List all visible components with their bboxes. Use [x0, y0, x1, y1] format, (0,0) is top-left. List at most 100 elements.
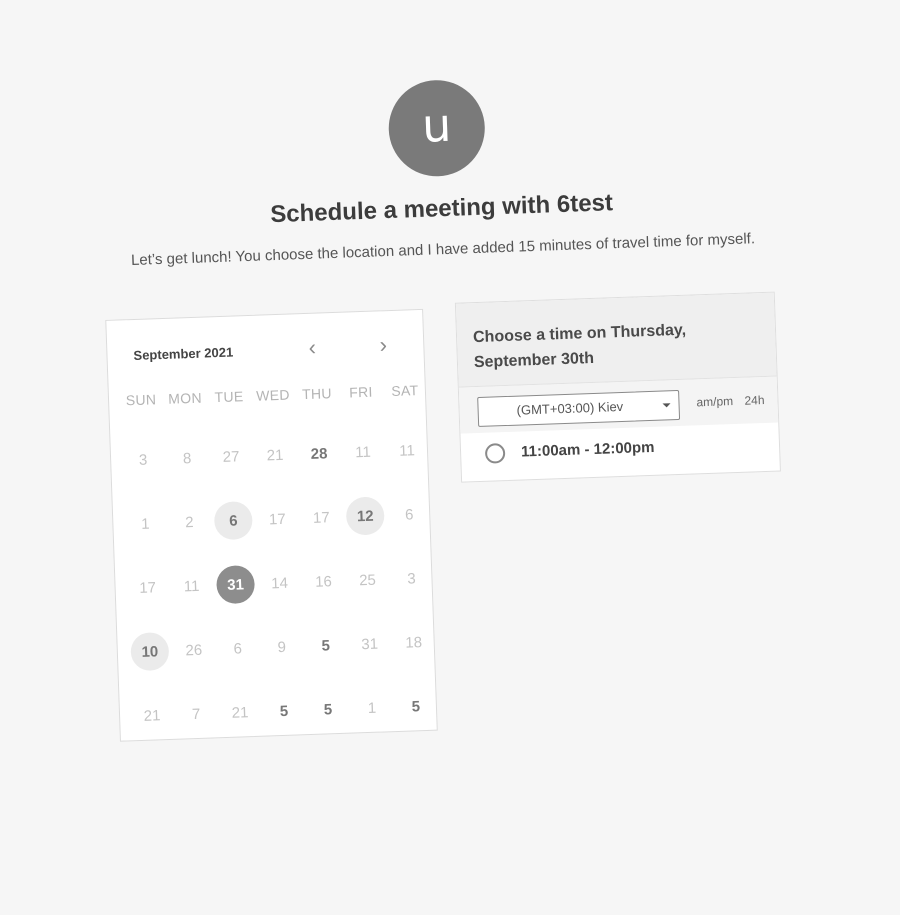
page-title: Schedule a meeting with 6test: [269, 189, 614, 229]
prev-month-button[interactable]: ‹: [300, 333, 325, 362]
calendar-day-number: 7: [191, 705, 201, 723]
weekday-label: SUN: [125, 391, 157, 409]
calendar-day[interactable]: 9: [259, 626, 304, 668]
calendar-day[interactable]: 3: [389, 558, 434, 600]
calendar-day[interactable]: 21: [252, 434, 297, 476]
calendar-day-number: 21: [266, 446, 284, 464]
time-slot[interactable]: 11:00am - 12:00pm: [460, 423, 779, 482]
calendar-day-number: 2: [184, 513, 194, 531]
calendar-day-number: 16: [314, 572, 333, 591]
radio-button[interactable]: [484, 443, 506, 464]
calendar-day[interactable]: 17: [299, 497, 344, 539]
calendar-day[interactable]: 26: [171, 629, 216, 671]
calendar-day-number: 21: [143, 706, 161, 725]
calendar-day[interactable]: 11: [169, 565, 214, 607]
calendar-day-number: 31: [361, 635, 379, 653]
calendar-day-number: 6: [213, 500, 253, 541]
calendar-day-number: 5: [411, 697, 421, 715]
calendar-day-number: 11: [398, 441, 416, 460]
calendar-day[interactable]: 17: [125, 567, 170, 609]
calendar-day-number: 25: [358, 571, 377, 589]
meeting-description: Let’s get lunch! You choose the location…: [130, 230, 756, 270]
calendar-week-row: 17 11 31 14 16 25 3: [125, 546, 437, 621]
calendar-day[interactable]: 14: [257, 562, 302, 604]
calendar-day-number: 5: [323, 700, 333, 719]
calendar-day-number: 5: [321, 636, 331, 655]
weekday-label: MON: [167, 389, 203, 407]
calendar-day-number: 17: [268, 510, 286, 528]
calendar-day[interactable]: 11: [340, 431, 385, 473]
weekday-label: FRI: [348, 383, 373, 401]
calendar-day[interactable]: 5: [261, 690, 306, 732]
24h-format-toggle[interactable]: 24h: [744, 393, 765, 408]
calendar-day[interactable]: 8: [164, 437, 209, 479]
calendar-day[interactable]: 27: [208, 436, 253, 478]
timezone-select[interactable]: (GMT+03:00) Kiev: [477, 389, 681, 428]
calendar-day-number: 6: [233, 639, 243, 658]
calendar-day[interactable]: 12: [343, 495, 388, 537]
calendar-day[interactable]: 21: [129, 695, 174, 737]
calendar-day-number: 1: [140, 515, 150, 533]
calendar-day[interactable]: 6: [215, 628, 260, 670]
calendar-day-number: 31: [215, 564, 256, 605]
calendar-day[interactable]: 21: [217, 692, 262, 734]
calendar-day[interactable]: 5: [305, 689, 350, 731]
weekday-label: SAT: [391, 382, 419, 400]
time-slot-label: 11:00am - 12:00pm: [520, 438, 655, 461]
caret-down-icon: [662, 403, 671, 408]
ampm-format-toggle[interactable]: am/pm: [696, 394, 733, 409]
calendar-week-row: 10 26 6 9 5 31 18: [127, 610, 439, 685]
weekday-label: THU: [301, 385, 333, 403]
time-panel: Choose a time on Thursday, September 30t…: [454, 291, 781, 483]
calendar-day[interactable]: 7: [173, 693, 218, 735]
time-panel-heading: Choose a time on Thursday, September 30t…: [455, 292, 777, 388]
calendar-day[interactable]: 17: [255, 498, 300, 540]
calendar-day-number: 9: [277, 638, 287, 656]
timezone-value: (GMT+03:00) Kiev: [516, 398, 624, 418]
calendar-day[interactable]: 6: [211, 500, 256, 542]
calendar-card: September 2021 ‹ › SUN MON TUE WED THU F…: [105, 308, 438, 742]
calendar-day[interactable]: 6: [387, 494, 432, 536]
calendar-week-row: 1 2 6 17 17 12 6: [122, 482, 434, 557]
calendar-day[interactable]: 1: [349, 687, 394, 729]
chevron-right-icon: ›: [379, 332, 388, 358]
calendar-week-row: 3 8 27 21 28 11 11: [120, 418, 432, 493]
weekday-label: TUE: [214, 388, 244, 406]
calendar-week-row: 21 7 21 5 5 1 5: [129, 674, 441, 749]
weekday-label: WED: [255, 386, 291, 404]
calendar-day[interactable]: 25: [345, 559, 390, 601]
calendar-day-number: 3: [138, 451, 148, 469]
calendar-day-number: 5: [279, 702, 289, 720]
scheduler-page: u Schedule a meeting with 6test Let’s ge…: [0, 0, 900, 915]
calendar-day[interactable]: 28: [296, 433, 341, 475]
calendar-day[interactable]: 16: [301, 561, 346, 603]
calendar-day-number: 3: [406, 569, 416, 588]
calendar-day[interactable]: 31: [213, 564, 258, 606]
weekday-header: SUN MON TUE WED THU FRI SAT: [119, 382, 429, 409]
calendar-day[interactable]: 5: [303, 625, 348, 667]
calendar-day-number: 11: [354, 443, 372, 461]
chevron-left-icon: ‹: [308, 334, 317, 360]
calendar-day-number: 17: [138, 578, 157, 597]
calendar-day[interactable]: 3: [120, 439, 165, 481]
calendar-day[interactable]: 31: [347, 623, 392, 665]
calendar-day-number: 21: [231, 703, 249, 722]
calendar-day-number: 6: [404, 505, 414, 524]
calendar-grid: 3 8 27 21 28 11 11 1 2 6 17 17 12 6 17 11 31 14 16 25 3 10 26 6…: [120, 418, 441, 749]
next-month-button[interactable]: ›: [371, 331, 396, 360]
calendar-day-number: 18: [405, 633, 423, 652]
calendar-day[interactable]: 2: [167, 501, 212, 543]
calendar-day-number: 17: [312, 508, 330, 527]
calendar-day[interactable]: 18: [391, 622, 436, 664]
calendar-day-number: 12: [345, 496, 385, 536]
calendar-day[interactable]: 5: [393, 686, 438, 728]
calendar-day[interactable]: 10: [127, 631, 172, 673]
calendar-day-number: 28: [310, 444, 328, 463]
calendar-day[interactable]: 11: [384, 430, 429, 472]
calendar-day-number: 11: [183, 577, 200, 595]
calendar-day[interactable]: 1: [123, 503, 168, 545]
avatar: u: [387, 78, 487, 178]
calendar-day-number: 14: [270, 574, 289, 592]
month-label: September 2021: [133, 344, 234, 363]
calendar-day-number: 27: [222, 447, 240, 466]
